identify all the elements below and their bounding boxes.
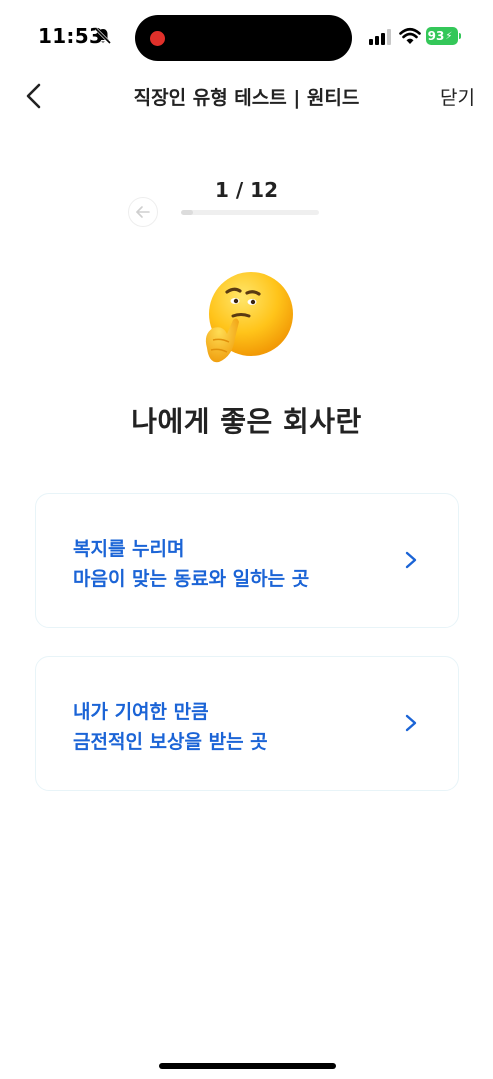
progress-label: 1 / 12 bbox=[215, 178, 278, 202]
status-bar: 11:53 93 ⚡ bbox=[0, 0, 493, 72]
signal-icon bbox=[369, 29, 391, 45]
progress-bar-fill bbox=[181, 210, 193, 215]
home-indicator[interactable] bbox=[159, 1063, 336, 1069]
arrow-left-icon bbox=[136, 206, 150, 218]
close-button[interactable]: 닫기 bbox=[440, 83, 475, 110]
option-line-2: 마음이 맞는 동료와 일하는 곳 bbox=[73, 568, 310, 590]
option-line-1: 복지를 누리며 bbox=[73, 538, 185, 560]
answer-option-1[interactable]: 복지를 누리며 마음이 맞는 동료와 일하는 곳 bbox=[35, 493, 459, 628]
wifi-icon bbox=[399, 27, 421, 44]
battery-icon: 93 ⚡ bbox=[426, 27, 461, 45]
progress-bar bbox=[181, 210, 319, 215]
recording-indicator bbox=[150, 31, 165, 46]
page-title: 직장인 유형 테스트 | 원티드 bbox=[133, 87, 360, 109]
chevron-right-icon bbox=[405, 551, 417, 569]
option-line-1: 내가 기여한 만큼 bbox=[73, 701, 209, 723]
bell-slash-icon bbox=[94, 27, 112, 45]
thinking-face-icon bbox=[205, 272, 293, 363]
option-text: 내가 기여한 만큼 금전적인 보상을 받는 곳 bbox=[73, 697, 268, 757]
answer-option-2[interactable]: 내가 기여한 만큼 금전적인 보상을 받는 곳 bbox=[35, 656, 459, 791]
battery-level: 93 bbox=[427, 29, 445, 43]
question-text: 나에게 좋은 회사란 bbox=[131, 405, 362, 438]
previous-question-button[interactable] bbox=[128, 197, 158, 227]
option-line-2: 금전적인 보상을 받는 곳 bbox=[73, 731, 268, 753]
option-text: 복지를 누리며 마음이 맞는 동료와 일하는 곳 bbox=[73, 534, 309, 594]
dynamic-island bbox=[135, 15, 352, 61]
chevron-right-icon bbox=[405, 714, 417, 732]
